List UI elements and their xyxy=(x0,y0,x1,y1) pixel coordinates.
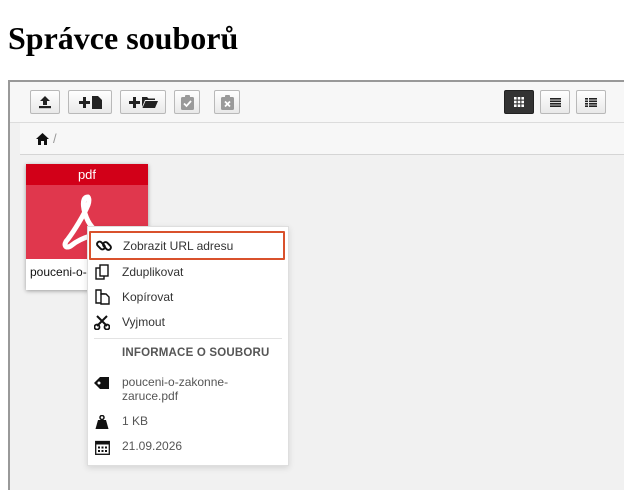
page-title: Správce souborů xyxy=(8,20,239,56)
menu-item-label: Vyjmout xyxy=(122,314,165,329)
weight-icon xyxy=(95,415,109,429)
file-name: pouceni-o- xyxy=(30,265,87,279)
paste-button[interactable] xyxy=(174,90,200,114)
home-icon[interactable] xyxy=(36,132,49,145)
details-icon xyxy=(585,97,597,107)
file-info-name: pouceni-o-zakonne-zaruce.pdf xyxy=(88,375,288,403)
toolbar xyxy=(10,82,624,123)
scissors-icon xyxy=(94,314,110,330)
menu-item-duplicate[interactable]: Zduplikovat xyxy=(88,259,288,284)
menu-item-label: Kopírovat xyxy=(122,289,174,304)
menu-item-cut[interactable]: Vyjmout xyxy=(88,309,288,334)
calendar-icon xyxy=(94,440,110,455)
file-info-size: 1 KB xyxy=(88,414,288,429)
folder-open-icon xyxy=(141,97,158,108)
file-size: 1 KB xyxy=(122,414,149,428)
context-menu: Zobrazit URL adresu Zduplikovat Kopírova… xyxy=(87,226,289,466)
list-icon xyxy=(549,97,561,107)
duplicate-icon xyxy=(94,263,109,280)
view-details-button[interactable] xyxy=(576,90,606,114)
menu-separator xyxy=(94,338,282,339)
menu-item-label: Zduplikovat xyxy=(122,264,184,279)
new-folder-button[interactable] xyxy=(120,90,166,114)
new-file-button[interactable] xyxy=(68,90,112,114)
file-info-title: INFORMACE O SOUBORU xyxy=(122,347,270,359)
grid-icon xyxy=(514,97,524,107)
clipboard-x-icon xyxy=(220,94,234,110)
clipboard-check-icon xyxy=(180,94,194,110)
link-icon xyxy=(96,240,112,251)
breadcrumb-separator: / xyxy=(53,131,57,146)
file-date: 21.09.2026 xyxy=(122,439,183,453)
upload-button[interactable] xyxy=(30,90,60,114)
menu-item-show-url[interactable]: Zobrazit URL adresu xyxy=(89,231,285,260)
view-list-button[interactable] xyxy=(540,90,570,114)
tag-icon xyxy=(94,377,109,389)
plus-icon xyxy=(78,96,90,108)
plus-icon xyxy=(128,96,140,108)
clear-clipboard-button[interactable] xyxy=(214,90,240,114)
menu-item-copy[interactable]: Kopírovat xyxy=(88,284,288,309)
upload-icon xyxy=(39,96,51,109)
file-type-label: pdf xyxy=(26,164,148,185)
view-grid-button[interactable] xyxy=(504,90,534,114)
copy-icon xyxy=(94,288,110,305)
breadcrumb: / xyxy=(20,123,624,155)
file-icon xyxy=(91,95,102,109)
file-info-date: 21.09.2026 xyxy=(88,439,288,455)
file-full-name: pouceni-o-zakonne-zaruce.pdf xyxy=(122,375,229,403)
menu-item-label: Zobrazit URL adresu xyxy=(123,238,234,253)
